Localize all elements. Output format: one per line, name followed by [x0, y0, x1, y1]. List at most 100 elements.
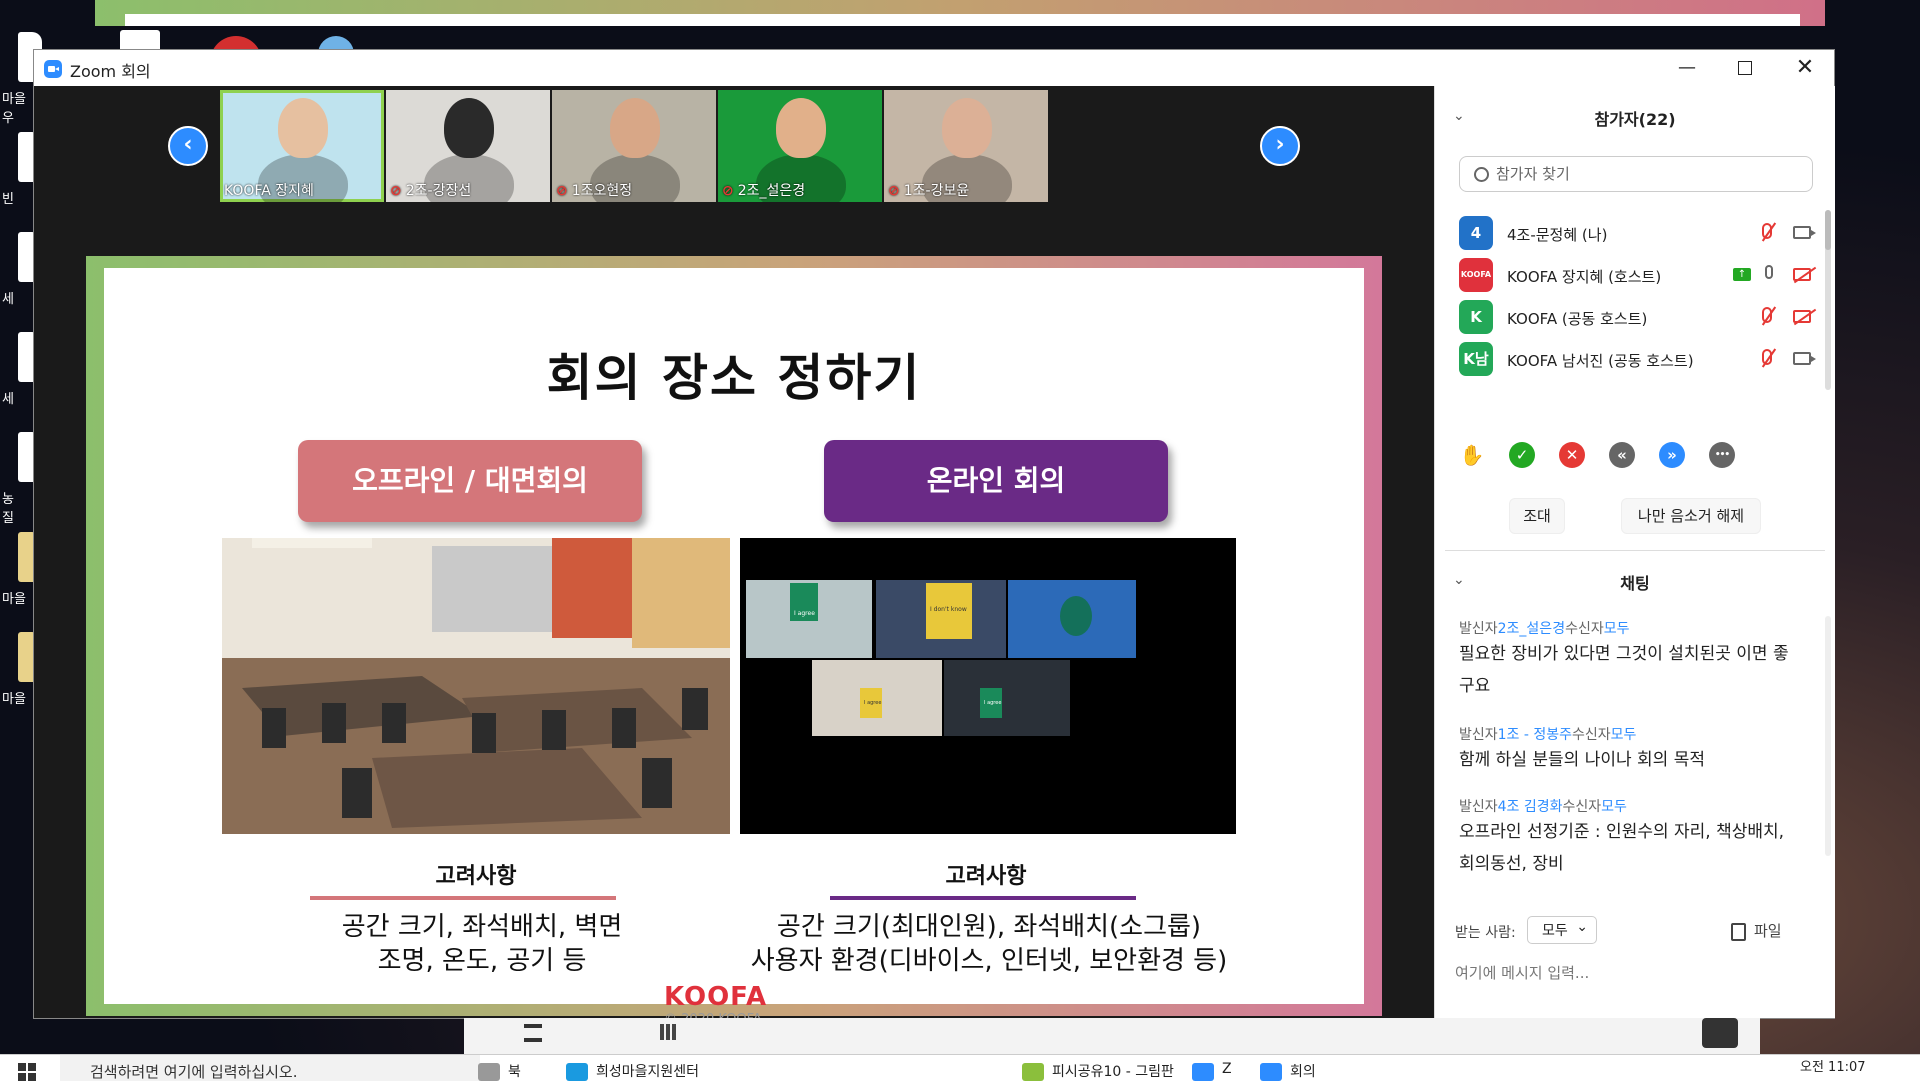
- chat-message-text: 오프라인 선정기준 : 인원수의 자리, 책상배치, 회의동선, 장비: [1459, 822, 1785, 874]
- chat-meta-label: 수신자: [1572, 727, 1611, 743]
- chat-participant-name: 2조_설은경: [1497, 621, 1566, 637]
- taskbar-app-icon[interactable]: [566, 1063, 588, 1081]
- chat-message-meta: 발신자2조_설은경수신자모두: [1459, 618, 1629, 638]
- mic-muted-icon: [1762, 223, 1772, 239]
- desktop-icon[interactable]: 마을우: [0, 32, 42, 140]
- consider-left-title: 고려사항: [435, 864, 517, 889]
- avatar: 4: [1459, 216, 1493, 250]
- file-label: 파일: [1754, 922, 1782, 940]
- participant-row[interactable]: K남 KOOFA 남서진 (공동 호스트): [1459, 340, 1819, 380]
- screen-share-icon: ↑: [1733, 268, 1751, 281]
- chevron-right-icon: ›: [1275, 132, 1285, 157]
- side-panel: ⌄ 참가자(22) 참가자 찾기 4 4조-문정혜 (나) KOOFA KOOFA 장…: [1434, 86, 1835, 1018]
- video-thumbnail[interactable]: KOOFA 장지혜: [220, 90, 384, 202]
- desktop-icon-label: 마을: [2, 92, 26, 107]
- taskbar-search-input[interactable]: 검색하려면 여기에 입력하십시오.: [60, 1055, 480, 1081]
- chat-scrollbar[interactable]: [1825, 616, 1831, 856]
- chat-participant-name: 모두: [1610, 727, 1637, 743]
- taskbar-app-icon[interactable]: [1192, 1063, 1214, 1081]
- taskbar-app[interactable]: 피시공유10 - 그림판: [1052, 1061, 1174, 1081]
- video-thumbnail[interactable]: ⊘ 2조-강장선: [386, 90, 550, 202]
- video-thumbnail[interactable]: ⊘ 1조오현정: [552, 90, 716, 202]
- online-card-text: I agree: [864, 700, 882, 706]
- participant-search-input[interactable]: 참가자 찾기: [1459, 156, 1813, 192]
- taskbar-app[interactable]: 북: [508, 1061, 521, 1081]
- consider-right-line: 사용자 환경(디바이스, 인터넷, 보안환경 등): [750, 946, 1228, 976]
- avatar: K: [1459, 300, 1493, 334]
- raise-hand-icon[interactable]: ✋: [1459, 442, 1485, 468]
- panel-divider: [1445, 550, 1825, 551]
- start-button[interactable]: [18, 1063, 36, 1081]
- chevron-left-icon: ‹: [183, 132, 193, 157]
- taskbar-app[interactable]: Z: [1222, 1061, 1232, 1077]
- title-bar: Zoom 회의 — ✕: [34, 50, 1834, 86]
- online-meeting-photo: I agree I don't know I agree I agree: [740, 538, 1236, 834]
- online-card-text: I agree: [794, 610, 815, 617]
- taskbar-search-text: 검색하려면 여기에 입력하십시오.: [90, 1063, 298, 1081]
- desktop-icon[interactable]: 마을: [0, 632, 42, 740]
- more-icon[interactable]: •••: [1709, 442, 1735, 468]
- thumbnail-name-text: KOOFA 장지혜: [224, 183, 314, 199]
- shared-screen-frame: 회의 장소 정하기 오프라인 / 대면회의 온라인 회의 I agree I d…: [86, 256, 1382, 1027]
- participants-title: 참가자(22): [1594, 110, 1676, 129]
- desktop-icon[interactable]: 빈: [0, 132, 42, 240]
- taskbar-app-icon[interactable]: [1260, 1063, 1282, 1081]
- taskbar-app-icon[interactable]: [1022, 1063, 1044, 1081]
- consider-left-line: 조명, 온도, 공기 등: [377, 946, 587, 976]
- invite-button[interactable]: 조대: [1509, 498, 1565, 534]
- go-faster-icon[interactable]: »: [1659, 442, 1685, 468]
- unmute-me-button[interactable]: 나만 음소거 해제: [1621, 498, 1761, 534]
- close-button[interactable]: ✕: [1776, 50, 1834, 86]
- participant-name: KOOFA (공동 호스트): [1507, 310, 1648, 328]
- desktop-icon[interactable]: 농질: [0, 432, 42, 540]
- thumbnail-name: ⊘ 2조-강장선: [390, 180, 471, 200]
- maximize-icon: [1738, 61, 1752, 75]
- participant-row[interactable]: KOOFA KOOFA 장지혜 (호스트) ↑: [1459, 256, 1819, 296]
- participant-face: [776, 98, 826, 158]
- thumbnail-name-text: 2조_설은경: [737, 183, 806, 199]
- participant-name: KOOFA 남서진 (공동 호스트): [1507, 352, 1694, 370]
- mic-icon: [1765, 265, 1773, 279]
- taskbar-app[interactable]: 회의: [1290, 1061, 1316, 1081]
- next-page-button[interactable]: ›: [1260, 126, 1300, 166]
- prev-page-button[interactable]: ‹: [168, 126, 208, 166]
- participants-scrollbar[interactable]: [1825, 210, 1831, 390]
- desktop-icon-sublabel: 우: [2, 111, 14, 126]
- mic-muted-icon: ⊘: [888, 183, 900, 199]
- file-button[interactable]: 파일: [1731, 920, 1782, 941]
- minimize-button[interactable]: —: [1658, 50, 1716, 86]
- close-icon: ✕: [1795, 55, 1815, 80]
- video-area: ‹ KOOFA 장지혜 ⊘ 2조-강장선 ⊘ 1조오현정 ⊘ 2조_설은경 ⊘ 1조-강보윤 ›…: [34, 86, 1434, 1027]
- participant-row[interactable]: K KOOFA (공동 호스트): [1459, 298, 1819, 338]
- chat-meta-label: 발신자: [1459, 621, 1498, 637]
- mic-muted-icon: ⊘: [722, 183, 734, 199]
- chat-participant-name: 모두: [1603, 621, 1630, 637]
- desktop-icon[interactable]: 세: [0, 232, 42, 340]
- participant-name: 4조-문정혜 (나): [1507, 226, 1608, 244]
- clock: 오전 11:07: [1800, 1060, 1866, 1075]
- desktop-icon-label: 농: [2, 492, 14, 507]
- go-slower-icon[interactable]: «: [1609, 442, 1635, 468]
- camera-off-icon: [1793, 268, 1811, 281]
- no-icon[interactable]: ✕: [1559, 442, 1585, 468]
- participant-face: [610, 98, 660, 158]
- participant-row[interactable]: 4 4조-문정혜 (나): [1459, 214, 1819, 254]
- thumbnail-name: KOOFA 장지혜: [224, 180, 314, 200]
- taskbar-app[interactable]: 희성마을지원센터: [596, 1061, 699, 1081]
- chat-message-input[interactable]: 여기에 메시지 입력...: [1455, 962, 1589, 983]
- background-window: [95, 0, 1825, 26]
- desktop-icon[interactable]: 마을: [0, 532, 42, 640]
- taskbar-app-icon[interactable]: [478, 1063, 500, 1081]
- chat-recipient-select[interactable]: 모두: [1527, 913, 1597, 944]
- yes-icon[interactable]: ✓: [1509, 442, 1535, 468]
- maximize-button[interactable]: [1716, 50, 1774, 86]
- video-thumbnail[interactable]: ⊘ 2조_설은경: [718, 90, 882, 202]
- chat-message-meta: 발신자4조 김경화수신자모두: [1459, 796, 1627, 816]
- participant-face: [278, 98, 328, 158]
- chat-meta-label: 수신자: [1565, 621, 1604, 637]
- video-thumbnail[interactable]: ⊘ 1조-강보윤: [884, 90, 1048, 202]
- desktop-icon[interactable]: 세: [0, 332, 42, 440]
- thumbnail-name-text: 1조-강보윤: [903, 183, 970, 199]
- online-meeting-label: 온라인 회의: [824, 440, 1168, 522]
- desktop-icon-label: 빈: [2, 192, 14, 207]
